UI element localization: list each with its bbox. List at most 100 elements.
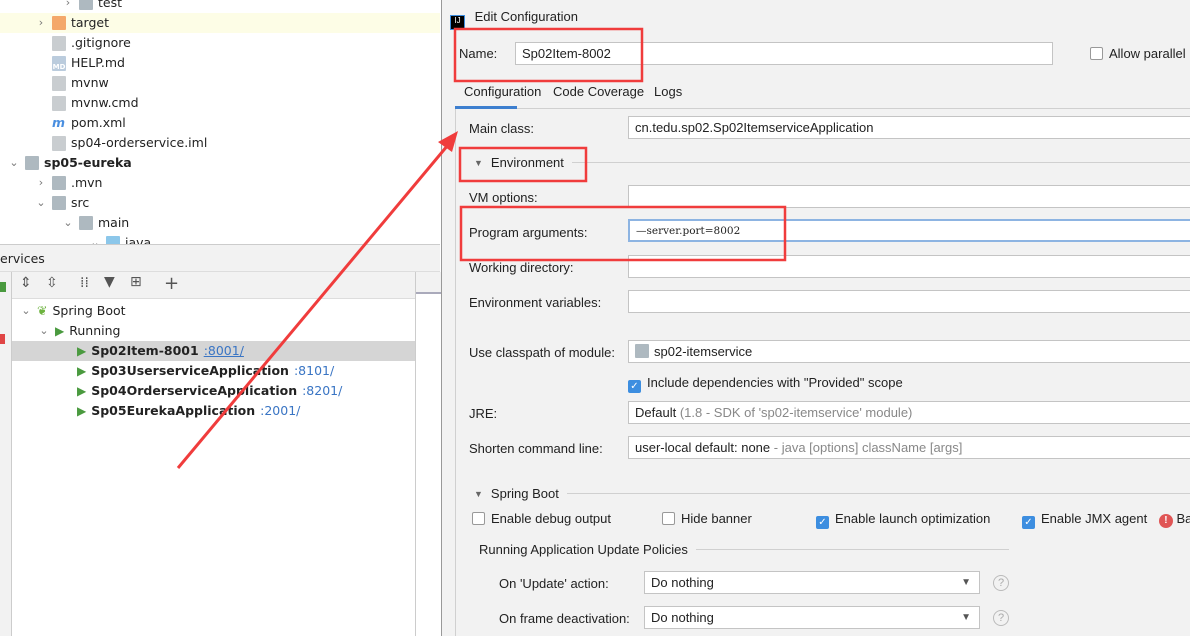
tree-item[interactable]: ⌄ src [35,193,89,213]
port-link[interactable]: :2001/ [260,401,300,421]
tree-item[interactable]: m pom.xml [35,113,126,133]
stop-icon[interactable] [0,334,5,344]
program-arguments-input[interactable]: —server.port=8002 [628,219,1190,242]
port-link[interactable]: :8201/ [302,381,342,401]
group-icon[interactable]: ⁞⁞ [80,275,89,291]
filter-icon[interactable]: ▼ [104,274,115,290]
tab-logs[interactable]: Logs [654,84,682,99]
expand-all-icon[interactable]: ⇕ [20,275,32,291]
on-frame-select[interactable]: Do nothing ▼ [644,606,980,629]
environment-section[interactable]: ▼ Environment [474,155,1190,170]
tree-running[interactable]: ⌄ ▶ Running [38,321,120,341]
tree-item[interactable]: sp04-orderservice.iml [35,133,207,153]
tree-item[interactable]: MD HELP.md [35,53,125,73]
chevron-down-icon[interactable]: ⌄ [38,321,50,341]
enable-jmx-checkbox[interactable]: ✓ Enable JMX agent ! Ba [1022,511,1190,529]
spring-boot-section[interactable]: ▼ Spring Boot [474,486,1190,501]
service-app[interactable]: ▶ Sp05EurekaApplication :2001/ [12,401,415,421]
tree-item-label: HELP.md [71,55,125,70]
checkbox-icon[interactable] [1090,47,1103,60]
jre-label: JRE: [469,406,498,421]
port-link[interactable]: :8001/ [204,341,244,361]
enable-launch-optimization-checkbox[interactable]: ✓ Enable launch optimization [816,511,990,529]
chevron-right-icon[interactable]: › [35,13,47,33]
iml-file-icon [52,135,66,151]
port-link[interactable]: :8101/ [294,361,334,381]
checkbox-checked-icon[interactable]: ✓ [1022,516,1035,529]
allow-parallel-checkbox[interactable]: Allow parallel [1090,46,1186,61]
app-name: Sp02Item-8001 [91,343,199,358]
tab-configuration[interactable]: Configuration [464,84,541,99]
checkbox-checked-icon[interactable]: ✓ [628,380,641,393]
checkbox-icon[interactable] [662,512,675,525]
intellij-logo-icon: IJ [450,15,465,30]
tree-item[interactable]: .gitignore [35,33,131,53]
tree-spring-boot[interactable]: ⌄ ❦ Spring Boot [20,301,125,321]
folder-icon [79,216,93,230]
run-icon: ▶ [77,404,87,418]
run-icon: ▶ [77,384,87,398]
working-directory-input[interactable] [628,255,1190,278]
service-app[interactable]: ▶ Sp04OrderserviceApplication:8201/ [12,381,415,401]
help-icon[interactable]: ? [993,575,1009,591]
module-icon [635,344,649,358]
tree-item[interactable]: ⌄ sp05-eureka [8,153,132,173]
run-icon: ▶ [55,324,65,338]
service-app[interactable]: ▶ Sp02Item-8001 :8001/ [12,341,415,361]
add-icon[interactable]: + [164,273,179,294]
editor-strip [415,272,441,636]
chevron-down-icon[interactable]: ⌄ [35,193,47,213]
chevron-down-icon[interactable]: ⌄ [89,233,101,244]
error-icon: ! [1158,514,1173,528]
dropdown-arrow-icon: ▼ [961,612,971,623]
rerun-icon[interactable] [0,282,6,292]
main-class-input[interactable]: cn.tedu.sp02.Sp02ItemserviceApplication [628,116,1190,139]
dialog-title-bar: IJ Edit Configuration [442,0,1190,34]
vm-options-input[interactable] [628,185,1190,208]
app-name: Sp05EurekaApplication [91,403,256,418]
checkbox-checked-icon[interactable]: ✓ [816,516,829,529]
dialog-title: Edit Configuration [474,9,578,24]
on-frame-label: On frame deactivation: [499,611,630,626]
chevron-right-icon[interactable]: › [35,173,47,193]
chevron-down-icon[interactable]: ⌄ [8,153,20,173]
tree-item[interactable]: ⌄ main [62,213,129,233]
new-tab-icon[interactable]: ⊞ [130,274,142,290]
chevron-right-icon[interactable]: › [62,0,74,13]
classpath-module-select[interactable]: sp02-itemservice [628,340,1190,363]
chevron-down-icon[interactable]: ⌄ [62,213,74,233]
chevron-down-icon[interactable]: ⌄ [20,301,32,321]
on-update-select[interactable]: Do nothing ▼ [644,571,980,594]
tree-item[interactable]: mvnw.cmd [35,93,139,113]
name-input[interactable]: Sp02Item-8002 [515,42,1053,65]
include-dependencies-checkbox[interactable]: ✓ Include dependencies with "Provided" sc… [628,375,903,393]
tree-item[interactable]: mvnw [35,73,109,93]
service-app[interactable]: ▶ Sp03UserserviceApplication:8101/ [12,361,415,381]
environment-variables-input[interactable] [628,290,1190,313]
collapse-all-icon[interactable]: ⇳ [46,275,58,291]
tab-code-coverage[interactable]: Code Coverage [553,84,644,99]
tree-item-label: sp05-eureka [44,155,132,170]
run-icon: ▶ [77,344,87,358]
jre-select[interactable]: Default (1.8 - SDK of 'sp02-itemservice'… [628,401,1190,424]
tree-item[interactable]: › test [62,0,122,13]
collapse-triangle-icon[interactable]: ▼ [474,158,483,168]
help-icon[interactable]: ? [993,610,1009,626]
checkbox-icon[interactable] [472,512,485,525]
tree-item-label: test [98,0,123,10]
shorten-command-line-select[interactable]: user-local default: none - java [options… [628,436,1190,459]
text-file-icon [52,95,66,111]
tree-item-label: pom.xml [71,115,126,130]
hide-banner-checkbox[interactable]: Hide banner [662,511,752,526]
maven-icon: m [52,115,66,130]
enable-debug-checkbox[interactable]: Enable debug output [472,511,611,526]
tree-item[interactable]: › .mvn [35,173,102,193]
tree-item[interactable]: › target [0,13,440,33]
tree-item[interactable]: ⌄ java [89,233,151,244]
collapse-triangle-icon[interactable]: ▼ [474,489,483,499]
tree-item-label: mvnw.cmd [71,95,139,110]
markdown-file-icon: MD [52,55,66,71]
folder-icon [79,0,93,10]
tree-item-label: src [71,195,90,210]
tree-item-label: .mvn [71,175,103,190]
